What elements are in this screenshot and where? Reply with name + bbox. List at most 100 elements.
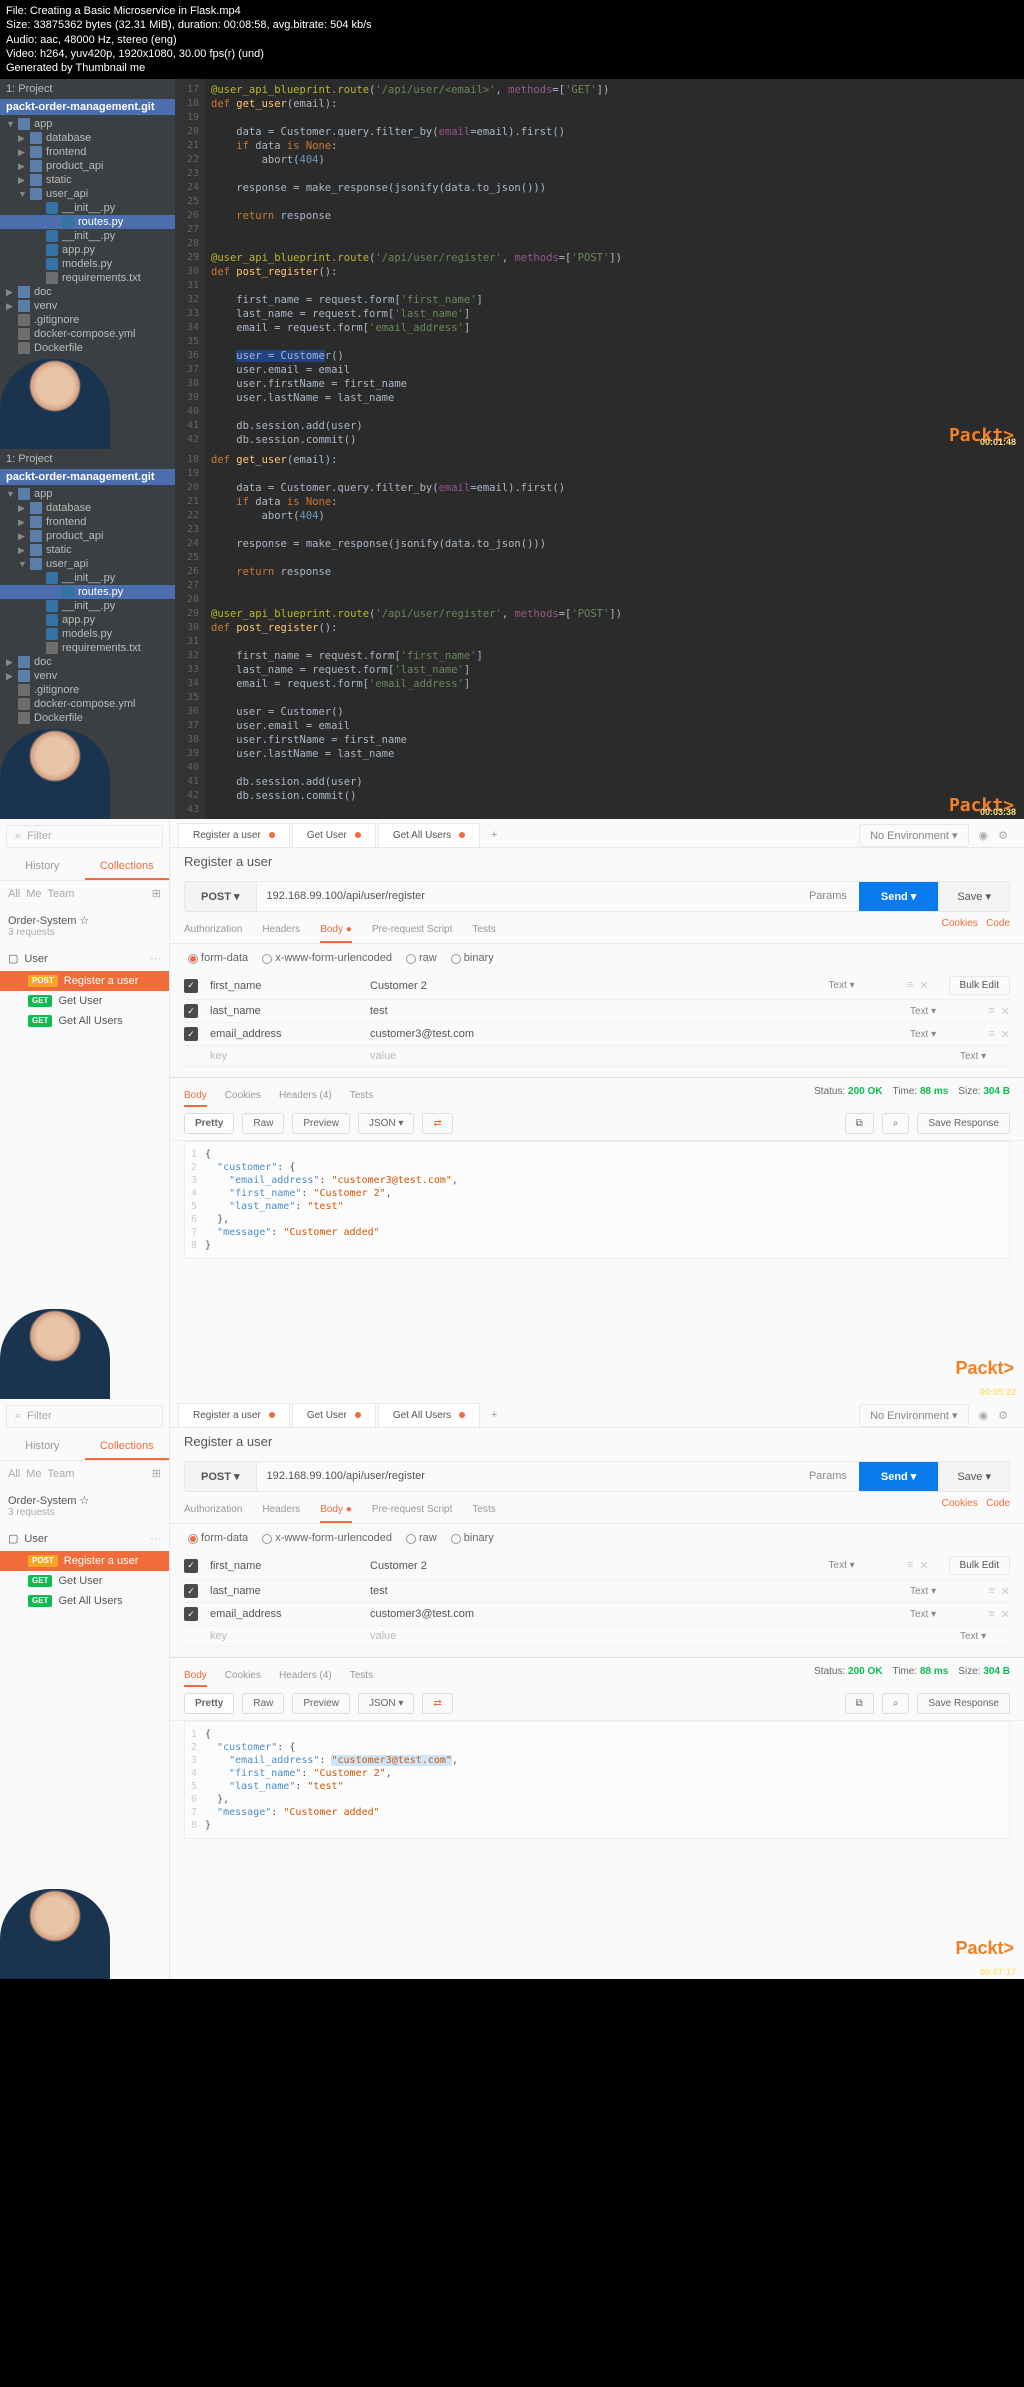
request-tab-2[interactable]: Get All Users	[378, 1403, 480, 1427]
cookies-link[interactable]: Cookies	[942, 1498, 978, 1509]
type-select[interactable]: Text ▾	[910, 1586, 960, 1597]
send-button[interactable]: Send ▾	[859, 1462, 938, 1491]
search-resp-icon[interactable]: ⌕	[882, 1113, 910, 1134]
resp-tab-Tests[interactable]: Tests	[350, 1086, 373, 1107]
tree-item-__init__.py[interactable]: __init__.py	[0, 571, 175, 585]
request-tab-0[interactable]: Register a user	[178, 1403, 290, 1427]
add-icon[interactable]: ⊞	[152, 1467, 161, 1480]
resp-tab-Cookies[interactable]: Cookies	[225, 1666, 261, 1687]
collection-header[interactable]: Order-System ☆3 requests	[0, 906, 169, 946]
tree-item-.gitignore[interactable]: .gitignore	[0, 313, 175, 327]
save-button[interactable]: Save ▾	[938, 1462, 1009, 1491]
resp-tab-Headers (4)[interactable]: Headers (4)	[279, 1666, 332, 1687]
reorder-icon[interactable]: ≡	[988, 1005, 994, 1018]
wrap-icon[interactable]: ⇄	[422, 1693, 452, 1714]
request-Get All Users[interactable]: GETGet All Users	[0, 1591, 169, 1611]
add-icon[interactable]: ⊞	[152, 887, 161, 900]
type-select[interactable]: Text ▾	[910, 1006, 960, 1017]
subtab-Tests[interactable]: Tests	[472, 1498, 495, 1523]
key-input[interactable]: last_name	[210, 1005, 370, 1017]
tree-item-app[interactable]: ▼app	[0, 117, 175, 131]
delete-icon[interactable]: ✕	[919, 1559, 928, 1572]
key-input[interactable]: email_address	[210, 1608, 370, 1620]
tree-item-venv[interactable]: ▶venv	[0, 669, 175, 683]
resp-tool-Pretty[interactable]: Pretty	[184, 1113, 234, 1134]
bodytype-x-www-form-urlencoded[interactable]: x-www-form-urlencoded	[262, 1532, 392, 1544]
tree-item-Dockerfile[interactable]: Dockerfile	[0, 341, 175, 355]
method-select[interactable]: POST ▾	[185, 1462, 257, 1491]
tree-item-venv[interactable]: ▶venv	[0, 299, 175, 313]
reorder-icon[interactable]: ≡	[907, 979, 913, 992]
environment-select[interactable]: No Environment ▾	[859, 824, 968, 847]
tree-item-app.py[interactable]: app.py	[0, 613, 175, 627]
project-tab[interactable]: 1: Project	[6, 453, 52, 465]
response-body[interactable]: 12345678 { "customer": { "email_address"…	[184, 1141, 1010, 1259]
subtab-Pre-request Script[interactable]: Pre-request Script	[372, 918, 453, 943]
delete-icon[interactable]: ✕	[1001, 1005, 1010, 1018]
subtab-Headers[interactable]: Headers	[262, 1498, 300, 1523]
tree-item-doc[interactable]: ▶doc	[0, 655, 175, 669]
subtab-Authorization[interactable]: Authorization	[184, 918, 242, 943]
code-editor[interactable]: @user_api_blueprint.route('/api/user/<em…	[205, 79, 1024, 449]
checkbox[interactable]: ✓	[184, 979, 198, 993]
tree-item-product_api[interactable]: ▶product_api	[0, 159, 175, 173]
tab-History[interactable]: History	[0, 854, 85, 880]
code-link[interactable]: Code	[986, 1498, 1010, 1509]
tree-item-frontend[interactable]: ▶frontend	[0, 145, 175, 159]
project-tab[interactable]: 1: Project	[6, 83, 52, 95]
tree-item-app[interactable]: ▼app	[0, 487, 175, 501]
bodytype-binary[interactable]: binary	[451, 1532, 494, 1544]
search-resp-icon[interactable]: ⌕	[882, 1693, 910, 1714]
value-input[interactable]: Customer 2	[370, 980, 829, 992]
key-input[interactable]: last_name	[210, 1585, 370, 1597]
save-response-button[interactable]: Save Response	[917, 1113, 1010, 1134]
type-select[interactable]: Text ▾	[910, 1029, 960, 1040]
checkbox[interactable]: ✓	[184, 1607, 198, 1621]
value-input[interactable]: test	[370, 1005, 910, 1017]
resp-tool-Raw[interactable]: Raw	[242, 1693, 284, 1714]
subtab-Tests[interactable]: Tests	[472, 918, 495, 943]
type-select[interactable]: Text ▾	[829, 980, 879, 991]
request-tab-0[interactable]: Register a user	[178, 823, 290, 847]
checkbox[interactable]: ✓	[184, 1559, 198, 1573]
empty-row[interactable]: keyvalueText ▾	[184, 1046, 1010, 1067]
tree-item-routes.py[interactable]: routes.py	[0, 215, 175, 229]
more-icon[interactable]: ⋯	[150, 952, 161, 965]
bodytype-x-www-form-urlencoded[interactable]: x-www-form-urlencoded	[262, 952, 392, 964]
project-root[interactable]: packt-order-management.git	[0, 469, 175, 485]
key-input[interactable]: first_name	[210, 980, 370, 992]
code-editor[interactable]: def get_user(email): data = Customer.que…	[205, 449, 1024, 819]
bodytype-binary[interactable]: binary	[451, 952, 494, 964]
tab-Collections[interactable]: Collections	[85, 854, 170, 880]
tab-Collections[interactable]: Collections	[85, 1434, 170, 1460]
copy-icon[interactable]: ⧉	[845, 1113, 874, 1134]
subtab-Headers[interactable]: Headers	[262, 918, 300, 943]
delete-icon[interactable]: ✕	[1001, 1028, 1010, 1041]
request-title[interactable]: Register a user	[170, 1428, 1024, 1455]
response-body[interactable]: 12345678 { "customer": { "email_address"…	[184, 1721, 1010, 1839]
folder-user[interactable]: ▢User⋯	[0, 946, 169, 971]
subtab-Pre-request Script[interactable]: Pre-request Script	[372, 1498, 453, 1523]
resp-tab-Body[interactable]: Body	[184, 1666, 207, 1687]
filter-input[interactable]: ⌕Filter	[6, 825, 163, 848]
tree-item-frontend[interactable]: ▶frontend	[0, 515, 175, 529]
type-select[interactable]: Text ▾	[829, 1560, 879, 1571]
tree-item-__init__.py[interactable]: __init__.py	[0, 201, 175, 215]
bodytype-raw[interactable]: raw	[406, 952, 437, 964]
value-input[interactable]: customer3@test.com	[370, 1608, 910, 1620]
tree-item-product_api[interactable]: ▶product_api	[0, 529, 175, 543]
resp-tool-JSON[interactable]: JSON ▾	[358, 1113, 414, 1134]
tree-item-database[interactable]: ▶database	[0, 131, 175, 145]
gear-icon[interactable]: ⚙	[998, 1409, 1008, 1422]
environment-select[interactable]: No Environment ▾	[859, 1404, 968, 1427]
tab-History[interactable]: History	[0, 1434, 85, 1460]
method-select[interactable]: POST ▾	[185, 882, 257, 911]
tree-item-models.py[interactable]: models.py	[0, 257, 175, 271]
key-input[interactable]: first_name	[210, 1560, 370, 1572]
reorder-icon[interactable]: ≡	[907, 1559, 913, 1572]
resp-tab-Tests[interactable]: Tests	[350, 1666, 373, 1687]
checkbox[interactable]: ✓	[184, 1004, 198, 1018]
bulk-edit-button[interactable]: Bulk Edit	[949, 976, 1010, 995]
bulk-edit-button[interactable]: Bulk Edit	[949, 1556, 1010, 1575]
wrap-icon[interactable]: ⇄	[422, 1113, 452, 1134]
